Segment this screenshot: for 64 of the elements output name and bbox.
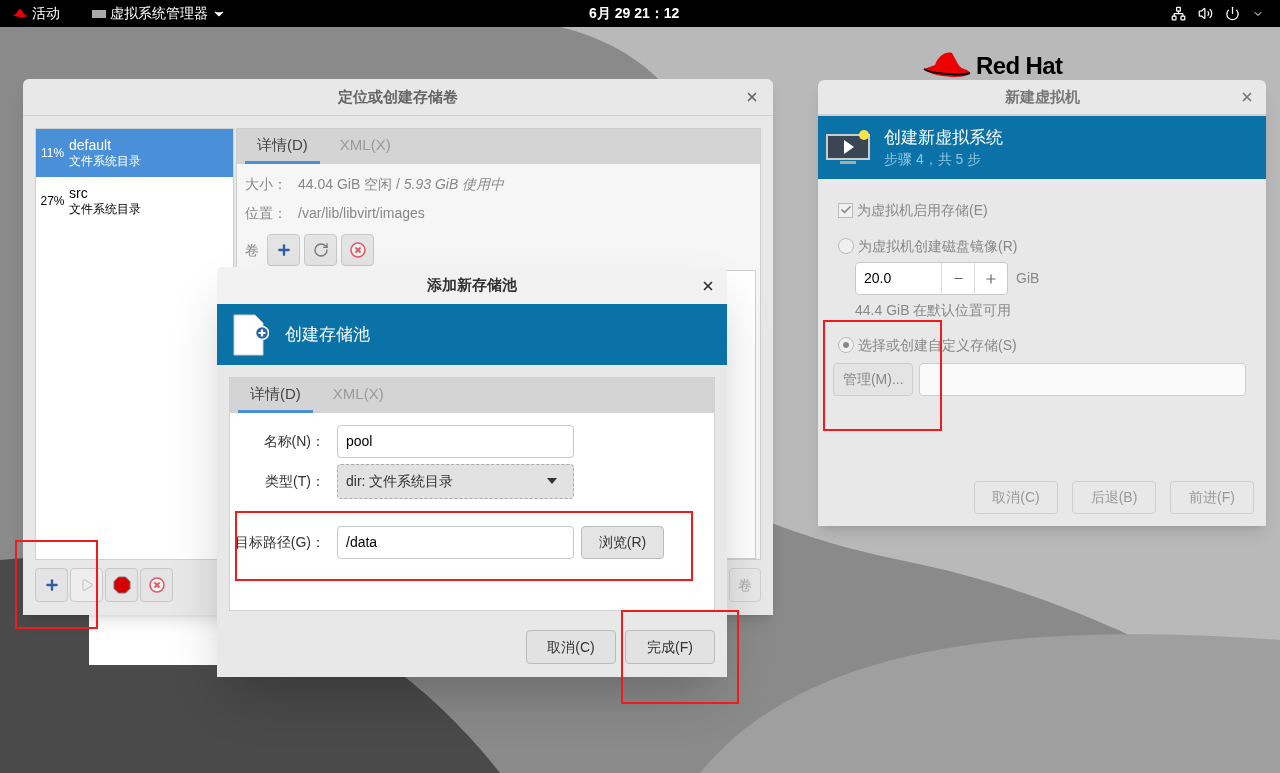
window-title: 定位或创建存储卷: [338, 86, 458, 107]
field-label: 目标路径(G)：: [233, 532, 326, 552]
new-file-icon: [233, 313, 269, 356]
clock[interactable]: 6月 29 21：12: [589, 3, 680, 24]
pool-name: default: [69, 136, 113, 155]
monitor-play-icon: [826, 128, 872, 167]
hat-icon: [12, 7, 28, 20]
add-icon: [275, 242, 292, 258]
pool-action-button[interactable]: [140, 568, 173, 602]
delete-icon: [349, 242, 366, 258]
plus-icon[interactable]: [984, 271, 998, 286]
app-menu[interactable]: 虚拟系统管理器: [92, 3, 226, 24]
stop-icon: [112, 576, 131, 594]
field-label: 类型(T)：: [264, 471, 326, 491]
size-value: 20.0: [863, 269, 893, 288]
volume-action-button[interactable]: [267, 234, 300, 266]
dialog-title: 添加新存储池: [427, 275, 517, 296]
volumes-label: 卷: [245, 240, 259, 260]
checkbox[interactable]: [838, 202, 853, 218]
header-title: 创建新虚拟系统: [884, 127, 1003, 150]
detail-value: /var/lib/libvirt/images: [298, 204, 425, 223]
header-title: 创建存储池: [285, 323, 370, 346]
usage-percent: 11%: [39, 145, 66, 162]
detail-label: 位置：: [245, 204, 288, 223]
tab[interactable]: 详情(D): [245, 129, 320, 164]
dialog-button[interactable]: 完成(F): [625, 630, 715, 664]
pool-type: 文件系统目录: [69, 154, 141, 170]
delete-icon: [148, 577, 165, 593]
pool-type: 文件系统目录: [69, 202, 141, 218]
app-icon: [92, 8, 106, 19]
detail-label: 大小：: [245, 175, 288, 194]
refresh-icon: [312, 242, 329, 258]
browse-button[interactable]: 浏览(R): [581, 525, 664, 559]
available-text: 44.4 GiB 在默认位置可用: [855, 301, 1013, 320]
dialog-button[interactable]: 取消(C): [526, 630, 616, 664]
detail-value: 44.04 GiB 空闲 / 5.93 GiB 使用中: [298, 175, 505, 194]
volume-icon[interactable]: [1198, 6, 1213, 21]
add-icon: [43, 577, 60, 593]
tab[interactable]: 详情(D): [238, 378, 313, 413]
pool-action-button[interactable]: [105, 568, 138, 602]
name-field[interactable]: pool: [337, 424, 574, 458]
pool-action-button[interactable]: [35, 568, 68, 602]
radio-button[interactable]: [838, 238, 854, 254]
option-label: 为虚拟机创建磁盘镜像(R): [858, 236, 1018, 256]
step-text: 步骤 4，共 5 步: [884, 149, 983, 169]
network-icon[interactable]: [1171, 6, 1186, 21]
caret-icon: [547, 478, 557, 484]
window-title: 新建虚拟机: [1004, 86, 1080, 107]
radio-button[interactable]: [838, 337, 854, 353]
volume-action-button[interactable]: [341, 234, 374, 266]
volume-action-button[interactable]: [304, 234, 337, 266]
field-label: 名称(N)：: [262, 431, 326, 451]
unit-label: GiB: [1016, 269, 1040, 288]
disk-size-spinner[interactable]: 20.0: [855, 262, 1008, 295]
logo-text: Red Hat: [976, 51, 1063, 81]
activities-button[interactable]: 活动: [12, 3, 60, 24]
target-path-field[interactable]: /data: [337, 525, 574, 559]
pool-name: src: [69, 184, 89, 203]
play-icon: [79, 578, 94, 592]
type-dropdown[interactable]: dir: 文件系统目录: [337, 463, 574, 499]
usage-percent: 27%: [39, 193, 66, 210]
storage-path-field[interactable]: [919, 363, 1246, 396]
option-label: 为虚拟机启用存储(E): [857, 200, 988, 220]
power-icon[interactable]: [1225, 6, 1240, 21]
